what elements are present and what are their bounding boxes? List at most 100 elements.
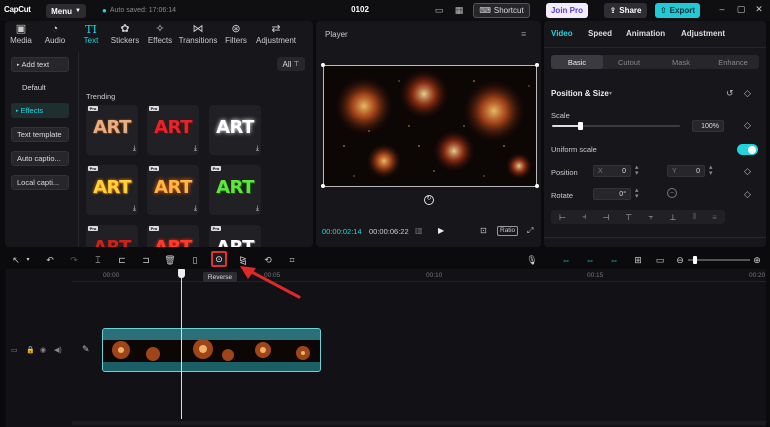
text-effect-tile[interactable]: Pro ART ⤓ <box>209 165 261 215</box>
split-left-icon[interactable]: ⊏ <box>116 253 128 267</box>
reverse-button[interactable]: ⊙ <box>211 251 227 267</box>
close-icon[interactable]: ✕ <box>753 4 765 15</box>
tab-media[interactable]: ▣ Media <box>6 22 36 48</box>
join-pro-button[interactable]: Join Pro <box>546 3 588 18</box>
subtab-enhance[interactable]: Enhance <box>707 55 759 69</box>
select-cursor-icon[interactable]: ↖ <box>10 253 22 267</box>
resize-handle[interactable] <box>321 184 325 188</box>
stepper-icon[interactable]: ▴ ▾ <box>635 164 639 177</box>
zoom-out-icon[interactable]: ⊖ <box>674 253 686 267</box>
layout-icon[interactable]: ▦ <box>452 3 466 17</box>
monitor-icon[interactable]: ▭ <box>432 3 446 17</box>
text-effect-tile[interactable]: Pro ART <box>147 225 199 247</box>
download-icon[interactable]: ⤓ <box>194 145 197 153</box>
uniform-scale-toggle[interactable] <box>737 144 758 155</box>
download-icon[interactable]: ⤓ <box>256 205 259 213</box>
video-clip[interactable] <box>102 328 321 372</box>
fullscreen-crop-icon[interactable]: ⊡ <box>480 226 487 235</box>
keyframe-icon[interactable]: ◇ <box>744 189 751 200</box>
keyframe-icon[interactable]: ◇ <box>744 88 751 99</box>
text-effect-tile[interactable]: Pro ART <box>86 225 138 247</box>
align-right-icon[interactable]: ⊣ <box>602 213 609 222</box>
text-effect-tile[interactable]: Pro ART ⤓ <box>86 165 138 215</box>
position-y-input[interactable]: Y 0 <box>667 165 705 177</box>
tab-speed[interactable]: Speed <box>588 29 612 38</box>
tab-filters[interactable]: ⊛ Filters <box>220 22 252 48</box>
subtab-cutout[interactable]: Cutout <box>603 55 655 69</box>
tab-effects[interactable]: ✧ Effects <box>144 22 176 48</box>
download-icon[interactable]: ⤓ <box>133 205 136 213</box>
sidebar-item-text-template[interactable]: Text template <box>11 127 69 142</box>
reset-icon[interactable]: ↺ <box>726 88 734 99</box>
chevron-down-icon[interactable]: ▾ <box>22 253 34 267</box>
scale-slider-knob[interactable] <box>578 122 584 130</box>
align-bottom-icon[interactable]: ⊥ <box>670 213 677 222</box>
maximize-icon[interactable]: ▢ <box>735 4 747 15</box>
align-center-v-icon[interactable]: ⫟ <box>649 212 654 222</box>
microphone-icon[interactable]: 🎙 <box>526 253 538 267</box>
hamburger-icon[interactable]: ≡ <box>521 29 526 39</box>
rotate-input[interactable]: 0° <box>593 188 631 200</box>
split-right-icon[interactable]: ⊐ <box>140 253 152 267</box>
freeze-icon[interactable]: ▯ <box>189 253 201 267</box>
sidebar-item-effects[interactable]: ▸ Effects <box>11 103 69 118</box>
preview-axis-icon[interactable]: ⊞ <box>632 253 644 267</box>
zoom-in-icon[interactable]: ⊕ <box>751 253 763 267</box>
zoom-slider-knob[interactable] <box>693 256 697 264</box>
project-title[interactable]: 0102 <box>340 5 380 14</box>
rotate-dial-icon[interactable]: – <box>667 188 677 198</box>
linkage-icon[interactable]: ⇔ <box>606 253 622 267</box>
split-icon[interactable]: ⌶ <box>92 253 104 267</box>
chevron-down-icon[interactable]: ▾ <box>609 90 612 97</box>
keyframe-icon[interactable]: ◇ <box>744 120 751 131</box>
text-effect-tile[interactable]: ART ⤓ <box>209 105 261 155</box>
main-track-magnet-icon[interactable]: ⇔ <box>558 253 574 267</box>
tab-adjustment[interactable]: ⇄ Adjustment <box>254 22 298 48</box>
tab-adjustment-props[interactable]: Adjustment <box>681 29 725 38</box>
lock-icon[interactable]: 🔒 <box>26 346 35 354</box>
text-effect-tile[interactable]: Pro ART ⤓ <box>147 105 199 155</box>
ratio-button[interactable]: Ratio <box>497 226 519 236</box>
text-effect-tile[interactable]: Pro ART ⤓ <box>86 105 138 155</box>
align-left-icon[interactable]: ⊢ <box>559 213 566 222</box>
menu-button[interactable]: Menu ▼ <box>46 4 86 18</box>
track-cover-icon[interactable]: ▭ <box>11 346 18 354</box>
tab-stickers[interactable]: ✿ Stickers <box>108 22 142 48</box>
zoom-slider[interactable] <box>688 256 750 264</box>
visibility-icon[interactable]: ◉ <box>40 346 46 354</box>
sidebar-item-local-captions[interactable]: Local capti... <box>11 175 69 190</box>
audio-mute-icon[interactable]: ◀) <box>54 346 62 354</box>
keyframe-icon[interactable]: ◇ <box>744 166 751 177</box>
download-icon[interactable]: ⤓ <box>256 145 259 153</box>
distribute-v-icon[interactable]: ≡ <box>712 213 717 222</box>
expand-icon[interactable]: ⤢ <box>527 226 533 236</box>
auto-snap-icon[interactable]: ⇔ <box>582 253 598 267</box>
share-button[interactable]: ⇪ Share <box>604 3 647 18</box>
resize-handle[interactable] <box>535 63 539 67</box>
text-effect-tile[interactable]: Pro ART <box>209 225 261 247</box>
stepper-icon[interactable]: ▴ ▾ <box>635 187 639 200</box>
distribute-h-icon[interactable]: ⫴ <box>693 212 696 222</box>
align-top-icon[interactable]: ⊤ <box>625 213 632 222</box>
download-icon[interactable]: ⤓ <box>194 205 197 213</box>
scale-value-input[interactable]: 100% <box>692 120 724 132</box>
tab-animation[interactable]: Animation <box>626 29 665 38</box>
position-x-input[interactable]: X 0 <box>593 165 631 177</box>
tab-audio[interactable]: ◔ Audio <box>40 22 70 48</box>
tab-video[interactable]: Video <box>551 29 573 38</box>
edit-cover-icon[interactable]: ✎ <box>82 344 90 355</box>
scale-slider-track[interactable] <box>552 122 680 130</box>
playhead[interactable] <box>181 271 182 419</box>
screenshot-icon[interactable]: ▭ <box>654 253 666 267</box>
rotate-handle-icon[interactable]: ↻ <box>424 195 434 205</box>
delete-icon[interactable]: 🗑 <box>164 253 176 267</box>
sidebar-item-auto-captions[interactable]: Auto captio... <box>11 151 69 166</box>
download-icon[interactable]: ⤓ <box>133 145 136 153</box>
tab-transitions[interactable]: ⋈ Transitions <box>178 22 218 48</box>
resize-handle[interactable] <box>321 63 325 67</box>
sidebar-item-add-text[interactable]: ▸ Add text <box>11 57 69 72</box>
subtab-mask[interactable]: Mask <box>655 55 707 69</box>
subtab-basic[interactable]: Basic <box>551 55 603 69</box>
resize-handle[interactable] <box>535 184 539 188</box>
timeline-scrollbar[interactable] <box>72 421 766 425</box>
